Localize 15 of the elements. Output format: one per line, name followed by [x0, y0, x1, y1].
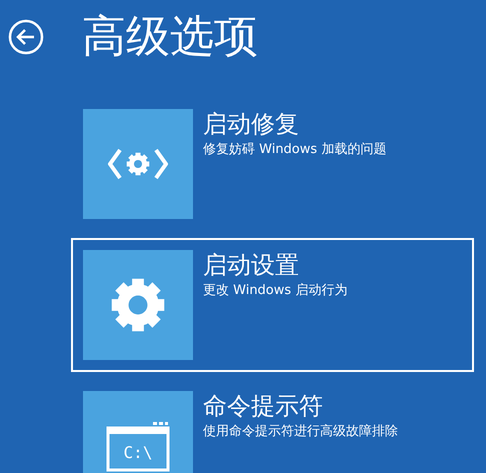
option-title: 启动设置	[203, 250, 300, 280]
back-button[interactable]	[8, 19, 44, 55]
page-title: 高级选项	[82, 15, 258, 59]
command-window-icon	[106, 422, 170, 472]
option-title: 启动修复	[203, 109, 300, 139]
option-title: 命令提示符	[203, 391, 324, 421]
option-description: 修复妨碍 Windows 加载的问题	[203, 141, 386, 159]
prompt-text: C:\	[124, 443, 152, 462]
option-item[interactable]: C:\ 命令提示符 使用命令提示符进行高级故障排除	[71, 379, 474, 473]
option-item[interactable]: 启动修复 修复妨碍 Windows 加载的问题	[71, 97, 474, 231]
gear-icon	[126, 152, 150, 176]
gear-icon	[112, 278, 164, 332]
option-description: 更改 Windows 启动行为	[203, 282, 348, 300]
option-description: 使用命令提示符进行高级故障排除	[203, 423, 398, 441]
option-item[interactable]: 启动设置 更改 Windows 启动行为	[71, 238, 474, 372]
